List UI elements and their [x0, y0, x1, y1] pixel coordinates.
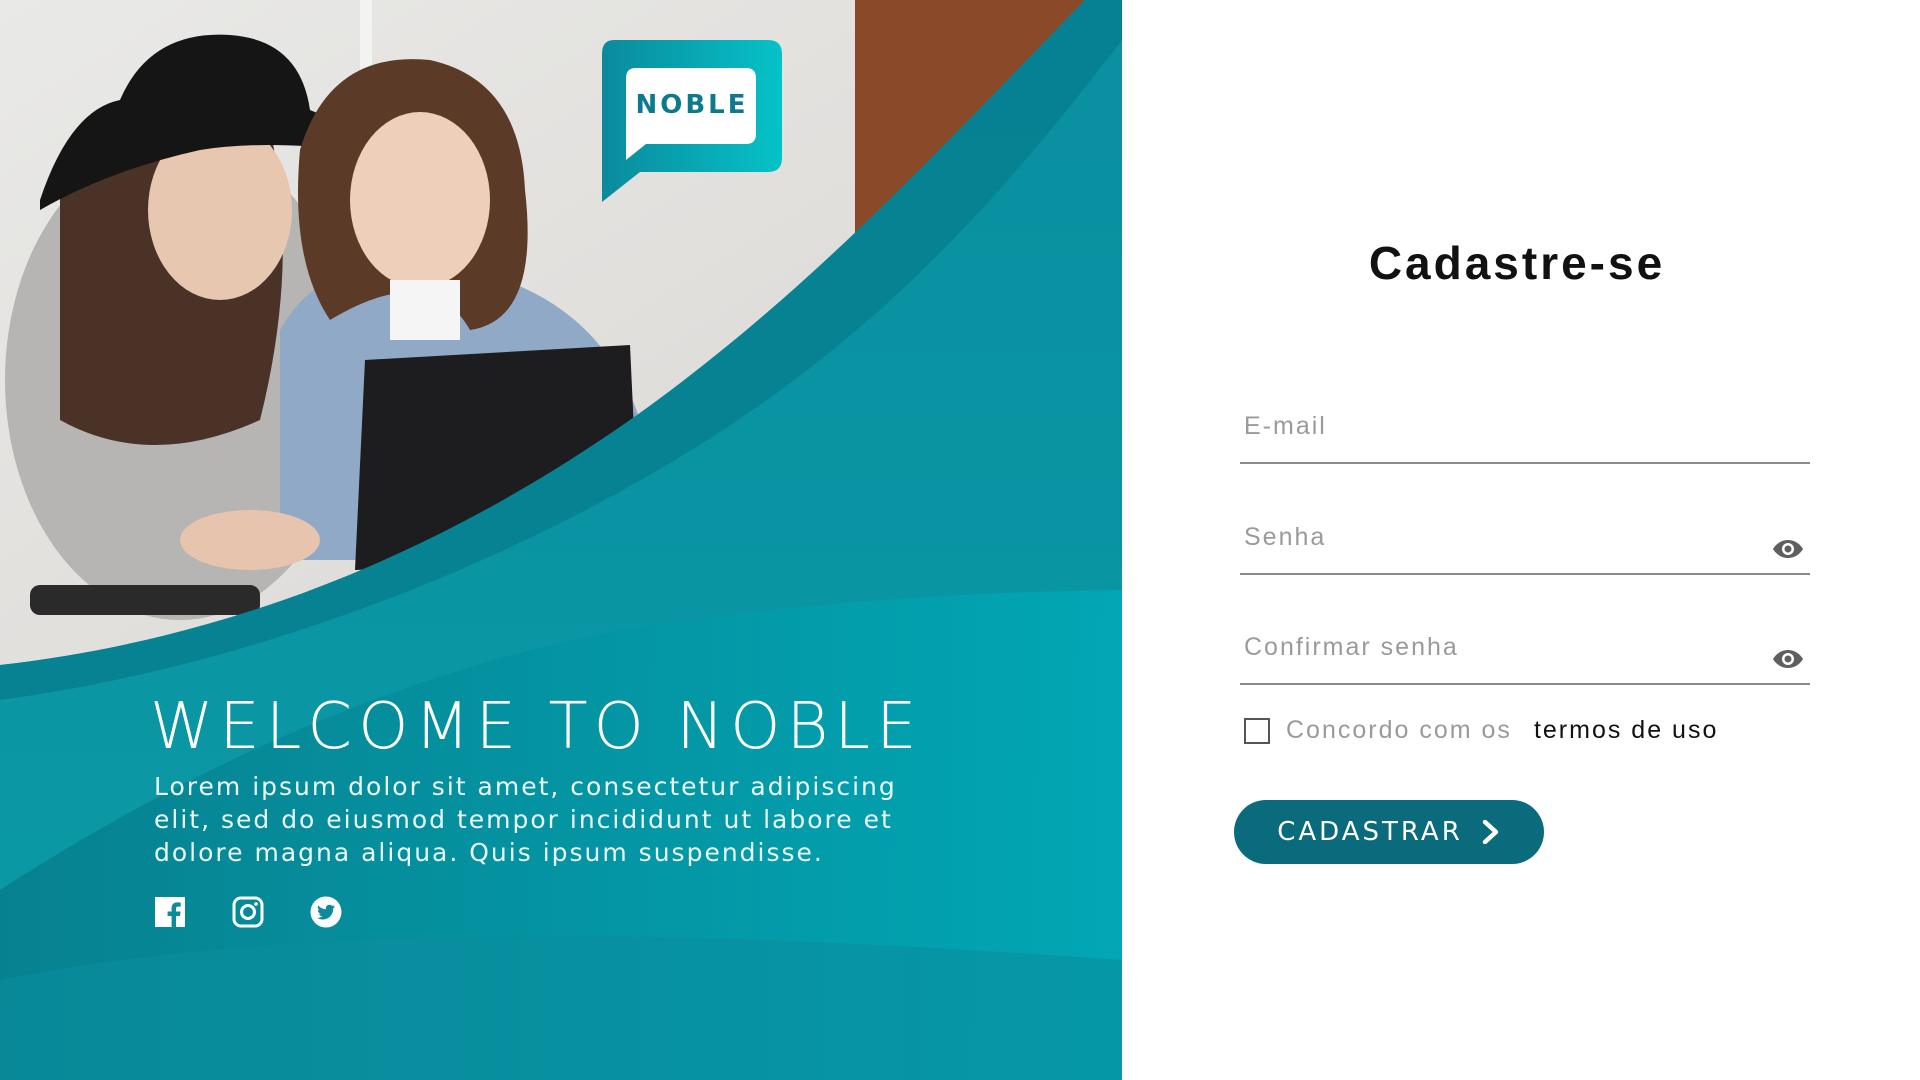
email-input[interactable]	[1240, 396, 1764, 456]
submit-button[interactable]: CADASTRAR	[1234, 800, 1544, 864]
logo-text: NOBLE	[635, 90, 749, 120]
form-title: Cadastre-se	[1368, 237, 1666, 289]
signup-page: NOBLE WELCOME TO NOBLE Lorem ipsum dolor…	[0, 0, 1920, 1080]
chevron-right-icon	[1482, 820, 1499, 844]
hero-panel: NOBLE WELCOME TO NOBLE Lorem ipsum dolor…	[0, 0, 1122, 1080]
submit-label: CADASTRAR	[1277, 817, 1463, 847]
noble-logo	[602, 40, 782, 202]
password-field	[1240, 507, 1810, 575]
terms-row: Concordo com os termos de uso	[1244, 716, 1718, 745]
terms-label: Concordo com os	[1286, 716, 1512, 744]
instagram-icon[interactable]	[232, 896, 264, 928]
confirm-password-input[interactable]	[1240, 617, 1764, 677]
terms-link[interactable]: termos de uso	[1534, 716, 1718, 745]
email-field	[1240, 396, 1810, 464]
intro-text: Lorem ipsum dolor sit amet, consectetur …	[154, 772, 897, 867]
terms-checkbox[interactable]	[1244, 717, 1270, 744]
twitter-icon[interactable]	[310, 896, 342, 928]
eye-icon[interactable]	[1772, 647, 1804, 671]
social-links	[154, 896, 342, 928]
password-input[interactable]	[1240, 507, 1764, 567]
signup-form-panel: Cadastre-se Concordo com os termos de u	[1122, 0, 1920, 1080]
confirm-password-field	[1240, 617, 1810, 685]
welcome-title: WELCOME TO NOBLE	[150, 690, 923, 764]
eye-icon[interactable]	[1772, 537, 1804, 561]
facebook-icon[interactable]	[154, 896, 186, 928]
